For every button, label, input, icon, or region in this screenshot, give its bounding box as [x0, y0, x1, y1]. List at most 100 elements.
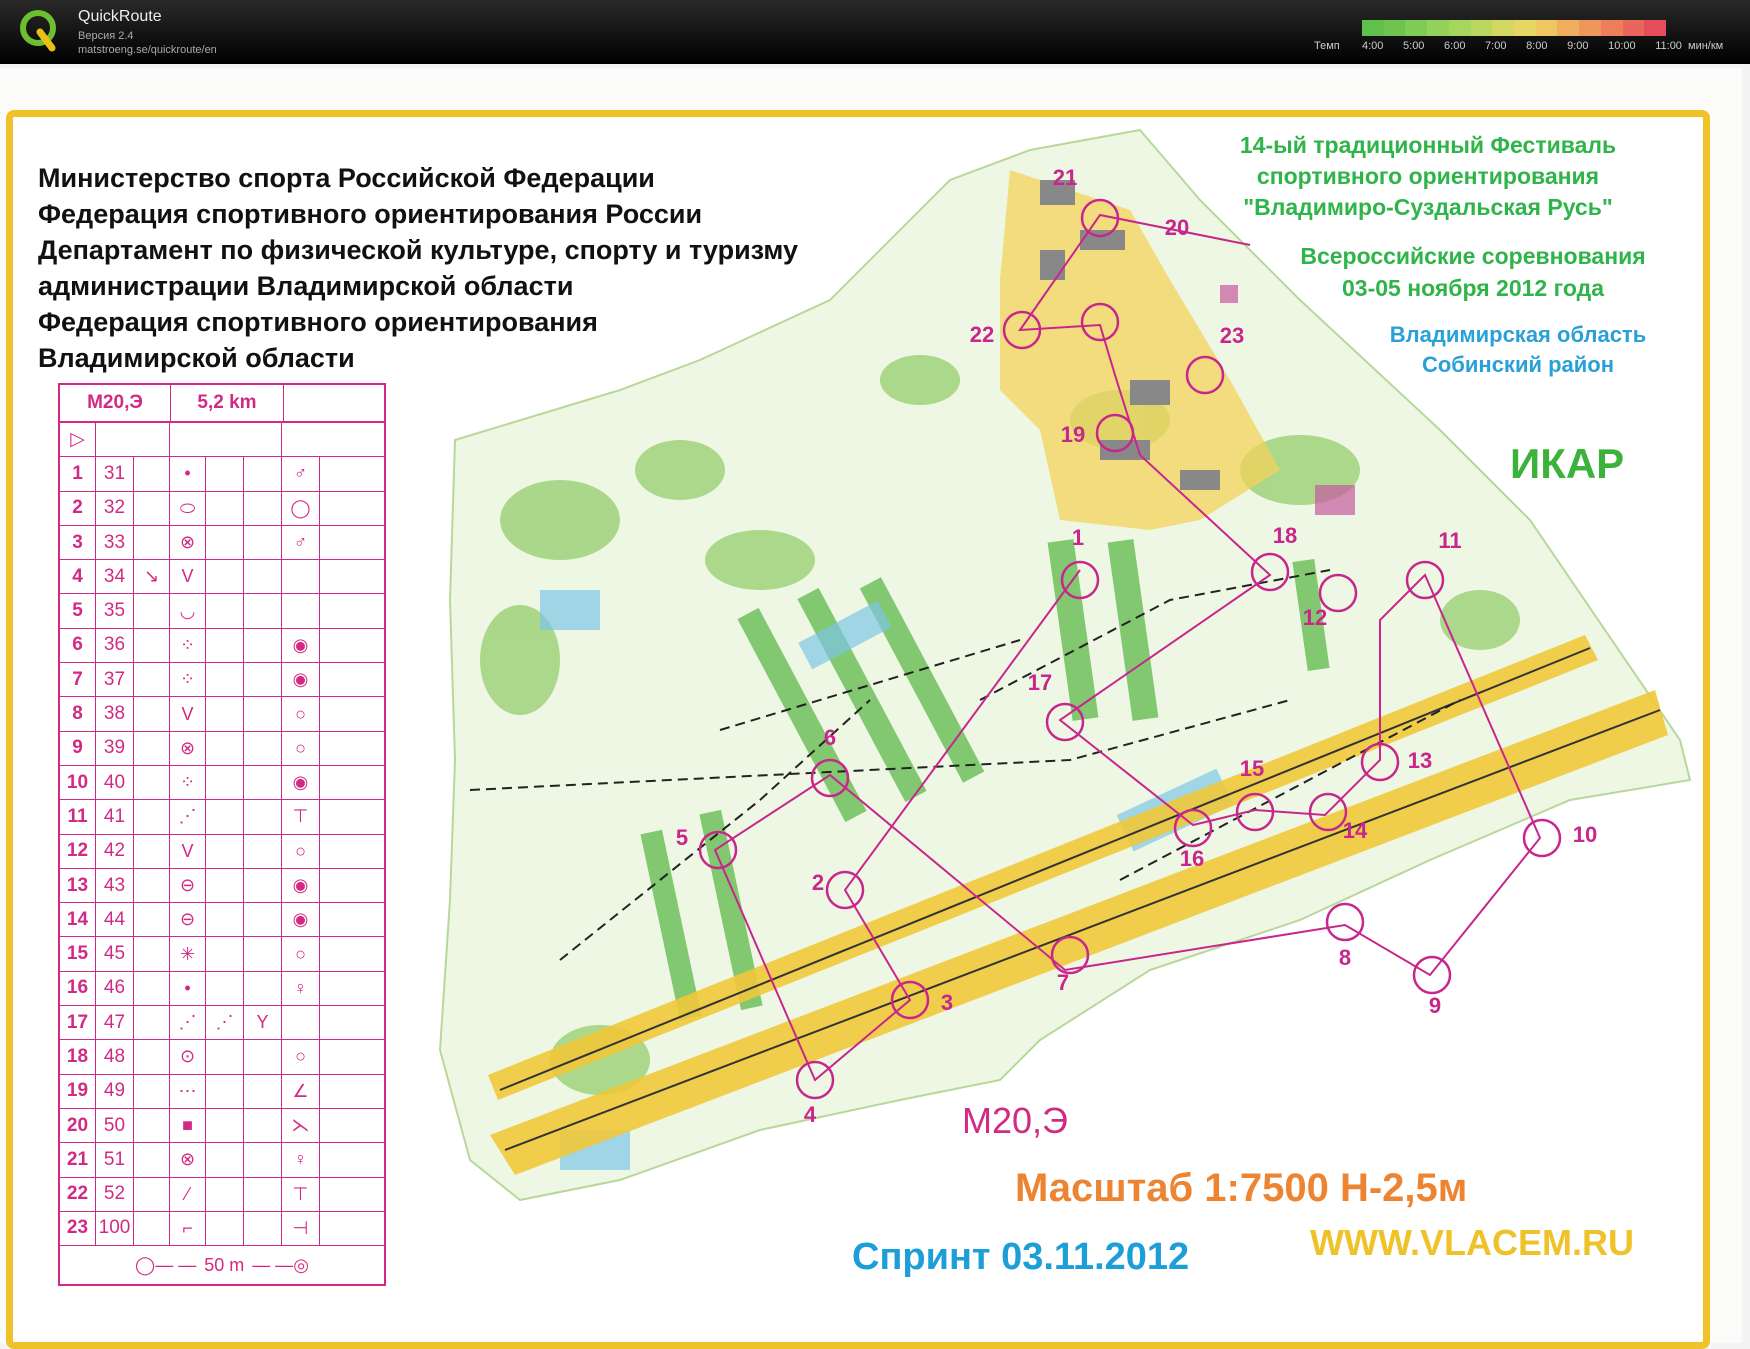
- control-label: 23: [1220, 323, 1244, 348]
- control-code: 51: [96, 1143, 134, 1177]
- control-number: 12: [60, 834, 96, 868]
- appearance-symbol: [206, 765, 244, 800]
- appearance-symbol: [206, 1040, 244, 1074]
- location-symbol: ⊤: [282, 1177, 320, 1211]
- control-code: 44: [96, 903, 134, 937]
- description-length: 5,2 km: [171, 385, 284, 421]
- location-symbol: ♀: [282, 1143, 320, 1177]
- control-label: 17: [1028, 670, 1052, 695]
- direction-symbol: [134, 628, 170, 663]
- description-row: 1 31 • ♂: [60, 457, 384, 492]
- direction-symbol: [134, 868, 170, 903]
- control-circle[interactable]: [1412, 955, 1452, 995]
- control-number: 16: [60, 971, 96, 1006]
- control-number: 6: [60, 628, 96, 663]
- control-label: 9: [1429, 993, 1441, 1018]
- control-number: 18: [60, 1040, 96, 1074]
- control-label: 11: [1438, 528, 1461, 553]
- control-number: 20: [60, 1108, 96, 1143]
- feature-symbol: ⁘: [170, 628, 206, 663]
- control-number: 19: [60, 1074, 96, 1108]
- control-code: 33: [96, 525, 134, 560]
- feature-symbol: •: [170, 457, 206, 491]
- control-code: 41: [96, 800, 134, 834]
- appearance-symbol: [206, 697, 244, 731]
- direction-symbol: [134, 971, 170, 1006]
- appearance-symbol: [206, 971, 244, 1006]
- location-symbol: ♂: [282, 525, 320, 560]
- feature-symbol: ⁘: [170, 765, 206, 800]
- control-number: 5: [60, 594, 96, 628]
- detail-symbol: [244, 1074, 282, 1108]
- control-circle[interactable]: [1522, 818, 1562, 858]
- control-label: 6: [824, 725, 836, 750]
- detail-symbol: [244, 628, 282, 663]
- direction-symbol: [134, 834, 170, 868]
- detail-symbol: Y: [244, 1006, 282, 1040]
- description-header: М20,Э 5,2 km: [60, 385, 384, 423]
- description-row: 11 41 ⋰ ⊤: [60, 800, 384, 835]
- appearance-symbol: [206, 1177, 244, 1211]
- finish-end-icon: — —◎: [252, 1254, 309, 1275]
- control-circle[interactable]: [1325, 902, 1365, 942]
- appearance-symbol: ⋰: [206, 1006, 244, 1040]
- control-label: 22: [970, 322, 994, 347]
- control-code: 48: [96, 1040, 134, 1074]
- description-row: 3 33 ⊗ ♂: [60, 525, 384, 561]
- appearance-symbol: [206, 1108, 244, 1143]
- direction-symbol: [134, 491, 170, 525]
- description-row: 22 52 ⁄ ⊤: [60, 1177, 384, 1212]
- feature-symbol: ⁄: [170, 1177, 206, 1211]
- control-label: 14: [1343, 818, 1368, 843]
- appearance-symbol: [206, 937, 244, 971]
- detail-symbol: [244, 560, 282, 594]
- location-symbol: ○: [282, 937, 320, 971]
- description-row: 19 49 ⋯ ∠: [60, 1074, 384, 1109]
- control-label: 13: [1408, 748, 1432, 773]
- control-code: 37: [96, 663, 134, 697]
- control-label: 3: [941, 990, 953, 1015]
- club-name: ИКАР: [1510, 440, 1625, 487]
- control-label: 8: [1339, 945, 1351, 970]
- description-row: 7 37 ⁘ ◉: [60, 663, 384, 698]
- direction-symbol: [134, 594, 170, 628]
- direction-symbol: [134, 663, 170, 697]
- detail-symbol: [244, 731, 282, 765]
- detail-symbol: [244, 868, 282, 903]
- control-code: 32: [96, 491, 134, 525]
- appearance-symbol: [206, 1211, 244, 1246]
- control-label: 12: [1303, 605, 1327, 630]
- detail-symbol: [244, 457, 282, 491]
- map-scale: Масштаб 1:7500 Н-2,5м: [1015, 1166, 1468, 1210]
- course-name: М20,Э: [962, 1100, 1068, 1141]
- location-symbol: ◉: [282, 868, 320, 903]
- description-row: 9 39 ⊗ ○: [60, 731, 384, 766]
- appearance-symbol: [206, 457, 244, 491]
- appearance-symbol: [206, 663, 244, 697]
- finish-row: ◯— — 50 m — —◎: [60, 1246, 384, 1284]
- control-code: 45: [96, 937, 134, 971]
- description-class: М20,Э: [60, 385, 171, 421]
- appearance-symbol: [206, 628, 244, 663]
- direction-symbol: [134, 525, 170, 560]
- direction-symbol: [134, 1143, 170, 1177]
- direction-symbol: [134, 800, 170, 834]
- location-symbol: ○: [282, 834, 320, 868]
- appearance-symbol: [206, 903, 244, 937]
- organizer-line: Федерация спортивного ориентирования Рос…: [38, 199, 703, 229]
- organizer-line: Департамент по физической культуре, спор…: [38, 235, 799, 265]
- control-number: 3: [60, 525, 96, 560]
- location-symbol: ◉: [282, 903, 320, 937]
- festival-line: спортивного ориентирования: [1256, 163, 1600, 189]
- location-symbol: [282, 1006, 320, 1040]
- location-symbol: ○: [282, 731, 320, 765]
- control-number: 2: [60, 491, 96, 525]
- feature-symbol: ⊖: [170, 903, 206, 937]
- direction-symbol: [134, 457, 170, 491]
- control-number: 13: [60, 868, 96, 903]
- detail-symbol: [244, 1108, 282, 1143]
- detail-symbol: [244, 1211, 282, 1246]
- feature-symbol: ■: [170, 1108, 206, 1143]
- location-symbol: ◯: [282, 491, 320, 525]
- location-symbol: [282, 560, 320, 594]
